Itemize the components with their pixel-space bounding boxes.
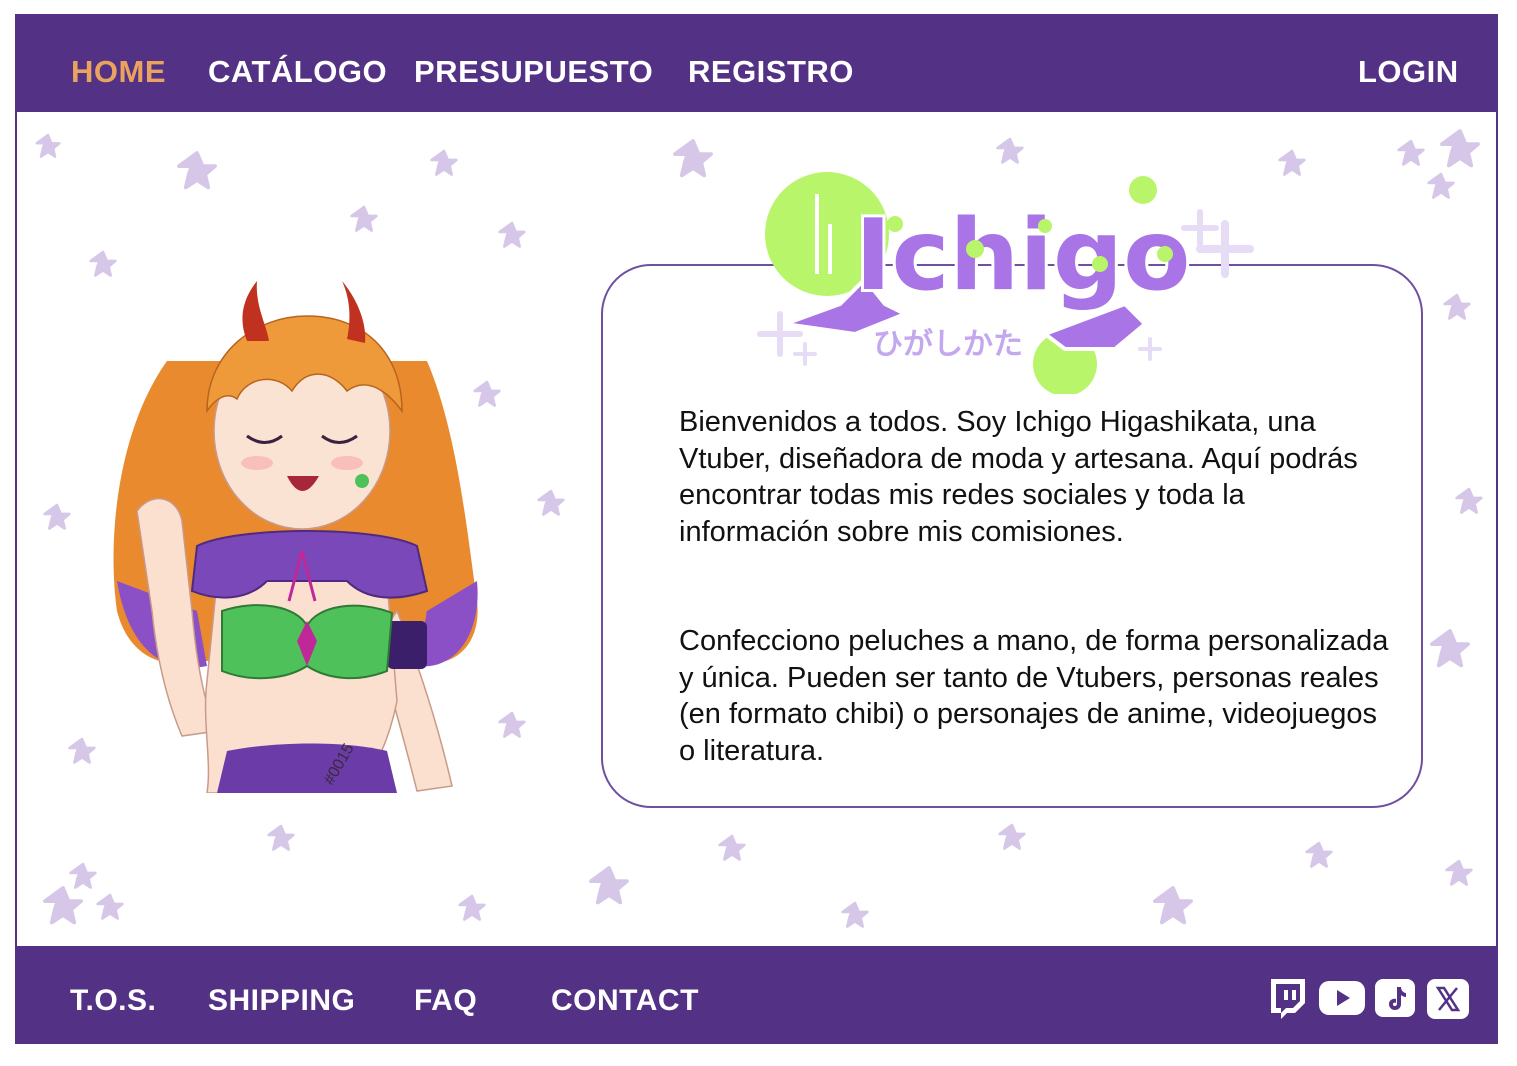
nav-catalogo[interactable]: CATÁLOGO — [208, 54, 387, 90]
x-icon[interactable] — [1427, 979, 1469, 1024]
login-button[interactable]: LOGIN — [1358, 54, 1459, 90]
ichigo-logo: Ichigo ひがしかた — [745, 154, 1295, 396]
footer-tos-link[interactable]: T.O.S. — [70, 984, 156, 1018]
nav-registro[interactable]: REGISTRO — [688, 54, 854, 90]
top-navigation: HOME CATÁLOGO PRESUPUESTO REGISTRO LOGIN — [17, 16, 1496, 112]
youtube-icon[interactable] — [1319, 979, 1365, 1022]
tiktok-icon[interactable] — [1375, 979, 1415, 1022]
intro-paragraph-2: Confecciono peluches a mano, de forma pe… — [679, 625, 1389, 767]
logo-title: Ichigo — [855, 199, 1190, 313]
nav-home[interactable]: HOME — [71, 54, 166, 90]
vtuber-avatar: #0015 — [97, 281, 517, 794]
page-frame: HOME CATÁLOGO PRESUPUESTO REGISTRO LOGIN — [15, 14, 1498, 1044]
nav-presupuesto[interactable]: PRESUPUESTO — [414, 54, 653, 90]
logo-subtitle: ひがしかた — [873, 327, 1023, 362]
footer-shipping-link[interactable]: SHIPPING — [208, 984, 355, 1018]
twitch-icon[interactable] — [1267, 979, 1307, 1026]
footer: T.O.S. SHIPPING FAQ CONTACT — [17, 946, 1496, 1042]
footer-contact-link[interactable]: CONTACT — [551, 984, 699, 1018]
intro-paragraph-1: Bienvenidos a todos. Soy Ichigo Higashik… — [679, 406, 1358, 548]
footer-faq-link[interactable]: FAQ — [414, 984, 477, 1018]
